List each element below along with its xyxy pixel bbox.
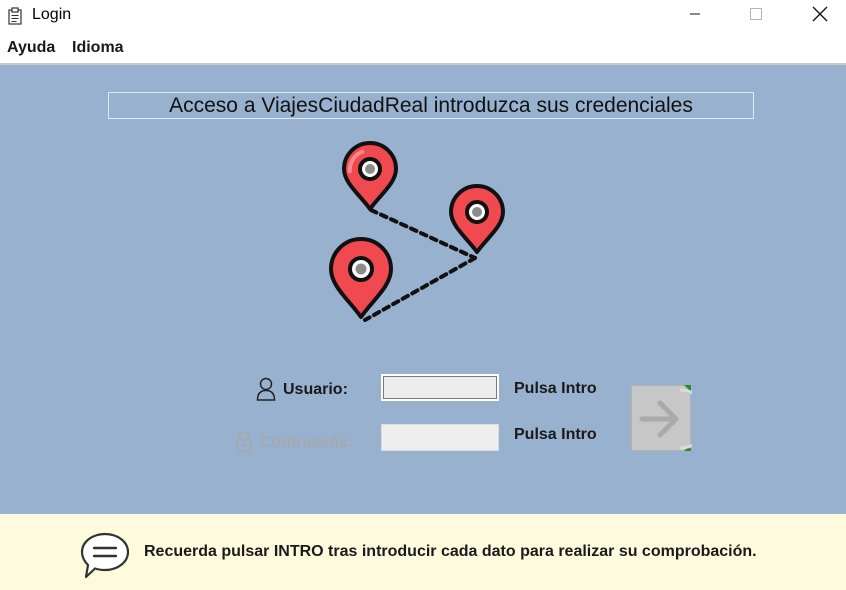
lock-icon	[235, 431, 253, 458]
maximize-button[interactable]	[733, 0, 779, 32]
title-bar: Login	[0, 0, 846, 32]
arrow-right-icon	[632, 386, 711, 457]
contrasena-input[interactable]	[381, 424, 499, 451]
usuario-hint: Pulsa Intro	[514, 380, 597, 397]
speech-bubble-icon	[80, 531, 130, 586]
menu-idioma[interactable]: Idioma	[72, 39, 124, 57]
user-icon	[256, 377, 276, 406]
map-pins-route-icon	[325, 140, 525, 330]
maximize-icon	[749, 7, 763, 26]
contrasena-hint: Pulsa Intro	[514, 426, 597, 443]
login-panel: Acceso a ViajesCiudadReal introduzca sus…	[0, 65, 846, 514]
menu-bar: Ayuda Idioma	[0, 34, 846, 62]
window-title: Login	[32, 6, 72, 23]
info-footer: Recuerda pulsar INTRO tras introducir ca…	[0, 514, 846, 590]
close-icon	[812, 6, 828, 27]
page-title: Acceso a ViajesCiudadReal introduzca sus…	[108, 92, 754, 119]
usuario-input[interactable]	[381, 374, 499, 401]
login-button[interactable]	[631, 385, 711, 451]
close-button[interactable]	[797, 0, 843, 32]
menu-ayuda[interactable]: Ayuda	[7, 39, 55, 57]
footer-message: Recuerda pulsar INTRO tras introducir ca…	[144, 543, 757, 560]
clipboard-icon	[8, 7, 22, 25]
minimize-icon	[689, 7, 701, 25]
usuario-label: Usuario:	[283, 381, 348, 398]
contrasena-label: Contraseña:	[260, 434, 354, 451]
minimize-button[interactable]	[672, 0, 718, 32]
